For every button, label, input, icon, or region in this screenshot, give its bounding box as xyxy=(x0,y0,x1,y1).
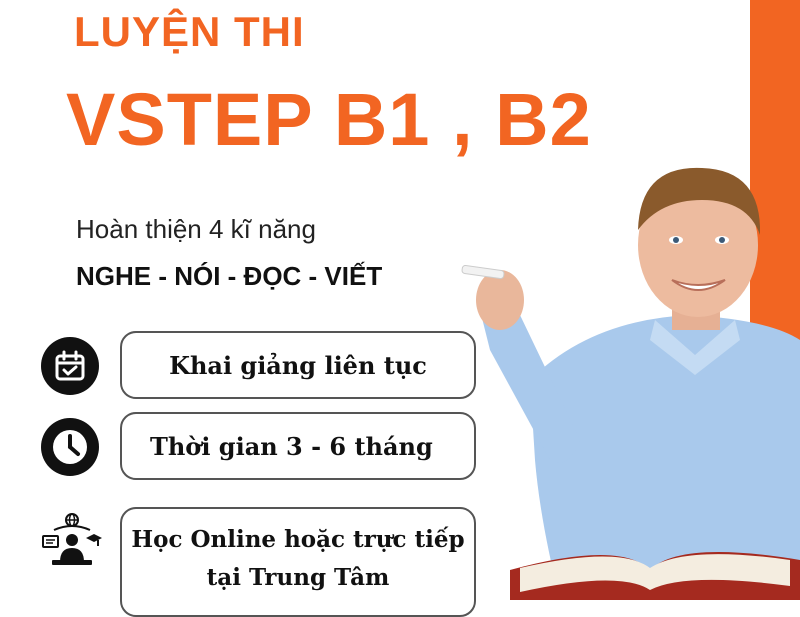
subtitle: Hoàn thiện 4 kĩ năng xyxy=(76,214,316,244)
online-learning-icon xyxy=(40,512,104,572)
skills-list: NGHE - NÓI - ĐỌC - VIẾT xyxy=(76,261,383,291)
feature-text: Thời gian 3 - 6 tháng xyxy=(150,431,433,461)
teacher-illustration xyxy=(461,140,800,600)
title-line-1: LUYỆN THI xyxy=(74,8,305,55)
calendar-check-icon xyxy=(41,337,99,395)
feature-box-schedule: Khai giảng liên tục xyxy=(120,331,476,399)
clock-icon xyxy=(41,418,99,476)
feature-text: Khai giảng liên tục xyxy=(169,350,427,380)
feature-text-line-2: tại Trung Tâm xyxy=(206,564,390,591)
feature-text-line-1: Học Online hoặc trực tiếp xyxy=(131,526,465,553)
feature-box-duration: Thời gian 3 - 6 tháng xyxy=(120,412,476,480)
feature-box-study-mode: Học Online hoặc trực tiếp tại Trung Tâm xyxy=(120,507,476,617)
